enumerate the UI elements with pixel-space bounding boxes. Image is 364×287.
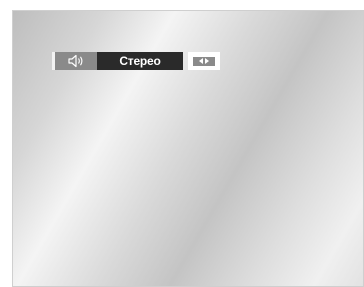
- speaker-icon: [68, 54, 83, 68]
- audio-mode-value: Стерео: [97, 52, 183, 70]
- arrow-left-icon: [199, 58, 203, 64]
- page-frame: Стерео: [0, 0, 364, 287]
- left-right-arrows-icon[interactable]: [193, 56, 215, 66]
- speaker-cell: [55, 52, 97, 70]
- arrow-right-icon: [205, 58, 209, 64]
- adjust-cell[interactable]: [188, 52, 220, 70]
- tv-screen: Стерео: [12, 10, 364, 287]
- audio-mode-osd-bar: Стерео: [52, 52, 220, 70]
